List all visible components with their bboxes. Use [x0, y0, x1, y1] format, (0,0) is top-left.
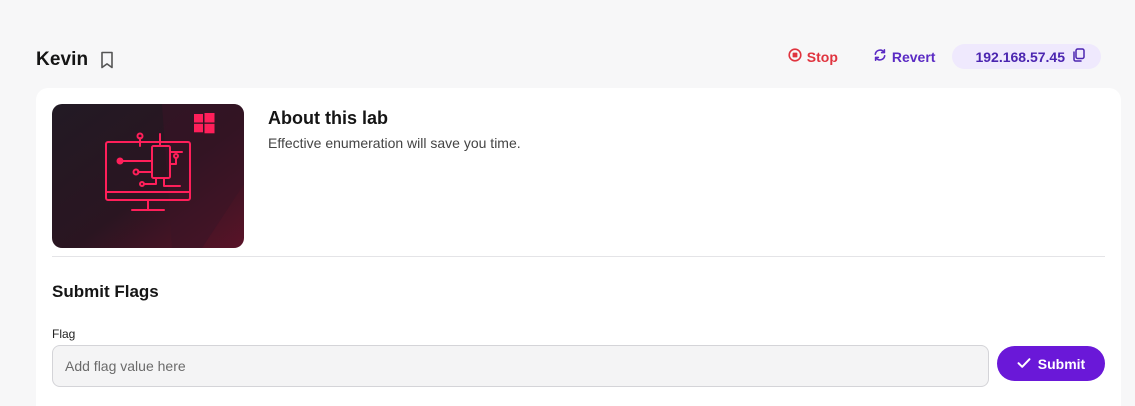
ip-address-copy-button[interactable]: 192.168.57.45	[952, 44, 1101, 69]
revert-label: Revert	[891, 48, 936, 65]
lab-page: Kevin Stop Revert 192.168.57.45 About th…	[0, 0, 1135, 406]
stop-label: Stop	[806, 48, 838, 65]
stop-circle-icon	[788, 48, 802, 65]
copy-icon	[1072, 48, 1085, 65]
lab-title: Kevin	[36, 49, 89, 70]
about-description: Effective enumeration will save you time…	[268, 135, 521, 151]
submit-label: Submit	[1037, 355, 1086, 372]
lab-thumbnail	[52, 104, 244, 248]
flag-field-label: Flag	[52, 327, 76, 341]
check-icon	[1017, 356, 1031, 372]
refresh-icon	[873, 48, 887, 65]
stop-button[interactable]: Stop	[788, 48, 838, 65]
lab-actions: Stop Revert 192.168.57.45	[788, 44, 1101, 69]
ip-address-text: 192.168.57.45	[975, 48, 1065, 65]
bookmark-icon[interactable]	[98, 50, 116, 70]
lab-header: Kevin	[36, 49, 116, 71]
revert-button[interactable]: Revert	[873, 48, 936, 65]
submit-flags-title: Submit Flags	[52, 282, 159, 301]
about-title: About this lab	[268, 108, 388, 128]
flag-input[interactable]	[52, 345, 989, 387]
lab-card: About this lab Effective enumeration wil…	[36, 88, 1121, 406]
submit-button[interactable]: Submit	[997, 346, 1105, 381]
section-divider	[52, 256, 1105, 257]
